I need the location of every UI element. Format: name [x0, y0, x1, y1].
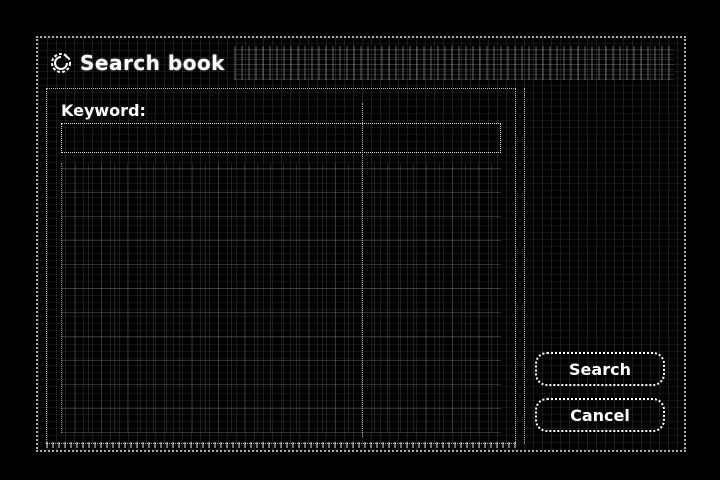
button-panel: Search Cancel — [524, 88, 674, 444]
column-divider — [362, 103, 363, 437]
keyword-input[interactable] — [61, 123, 501, 153]
status-strip — [46, 442, 516, 448]
results-list[interactable] — [61, 103, 501, 437]
dialog-title: Search book — [80, 51, 225, 75]
title-bar: Search book — [44, 46, 680, 80]
search-book-icon — [48, 50, 74, 76]
search-book-dialog: Search book Keyword: Search Cancel — [36, 36, 686, 452]
screen: Search book Keyword: Search Cancel — [0, 0, 720, 480]
cancel-button[interactable]: Cancel — [535, 398, 665, 432]
keyword-label: Keyword: — [61, 101, 146, 120]
search-button[interactable]: Search — [535, 352, 665, 386]
title-pattern — [234, 46, 674, 80]
search-panel: Keyword: — [46, 88, 516, 444]
